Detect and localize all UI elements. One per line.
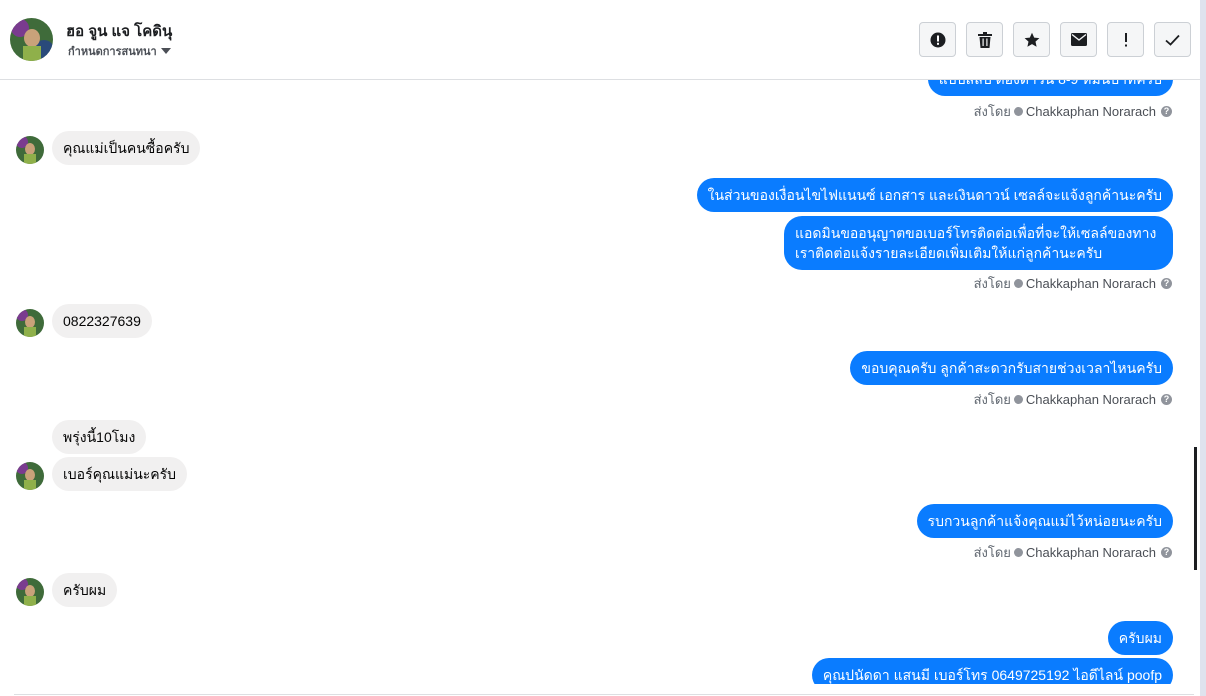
- help-icon[interactable]: ?: [1161, 278, 1172, 289]
- outgoing-message: รบกวนลูกค้าแจ้งคุณแม่ไว้หน่อยนะครับ: [916, 504, 1173, 538]
- exclamation-icon: [1124, 32, 1127, 46]
- sent-by-label: ส่งโดย: [973, 104, 1011, 119]
- scrollbar-thumb[interactable]: [1194, 447, 1197, 570]
- sender-name[interactable]: Chakkaphan Norarach: [1026, 545, 1156, 560]
- sent-by-label: ส่งโดย: [973, 545, 1011, 560]
- caret-down-icon: [160, 48, 171, 54]
- help-icon[interactable]: ?: [1161, 106, 1172, 117]
- manage-conversation-label: กำหนดการสนทนา: [68, 46, 157, 58]
- report-button[interactable]: [919, 22, 956, 57]
- help-icon[interactable]: ?: [1161, 394, 1172, 405]
- alert-circle-icon: [930, 32, 945, 47]
- help-icon[interactable]: ?: [1161, 547, 1172, 558]
- contact-avatar[interactable]: [10, 18, 53, 61]
- contact-name[interactable]: ฮอ จูน แจ โคดินุ: [66, 19, 172, 43]
- contact-avatar-small[interactable]: [16, 462, 44, 490]
- contact-avatar-small[interactable]: [16, 309, 44, 337]
- outgoing-message: ครับผม: [1107, 621, 1173, 655]
- sent-by-label: ส่งโดย: [973, 276, 1011, 291]
- sent-by-line: ส่งโดย Chakkaphan Norarach ?: [974, 101, 1172, 122]
- incoming-message: คุณแม่เป็นคนซื้อครับ: [52, 131, 201, 165]
- outgoing-message: ในส่วนของเงื่อนไขไฟแนนซ์ เอกสาร และเงินด…: [696, 178, 1173, 212]
- incoming-message: พรุ่งนี้10โมง: [52, 420, 147, 454]
- outgoing-message: แอดมินขออนุญาตขอเบอร์โทรติดต่อเพื่อที่จะ…: [784, 216, 1173, 270]
- mark-unread-button[interactable]: [1060, 22, 1097, 57]
- header-actions: [919, 22, 1191, 57]
- sent-by-line: ส่งโดย Chakkaphan Norarach ?: [974, 389, 1172, 410]
- star-button[interactable]: [1013, 22, 1050, 57]
- sent-by-line: ส่งโดย Chakkaphan Norarach ?: [974, 542, 1172, 563]
- delete-button[interactable]: [966, 22, 1003, 57]
- verified-icon: [1013, 395, 1023, 404]
- trash-icon: [977, 31, 992, 48]
- verified-icon: [1013, 279, 1023, 288]
- message-thread[interactable]: แบบสลิป ต้องดำวัน 8-9 หมื่นบาทครับ ส่งโด…: [0, 80, 1194, 684]
- envelope-icon: [1070, 33, 1087, 46]
- checkmark-icon: [1165, 34, 1180, 46]
- scrollbar-track[interactable]: [1200, 0, 1206, 696]
- contact-avatar-small[interactable]: [16, 136, 44, 164]
- mark-done-button[interactable]: [1154, 22, 1191, 57]
- incoming-message: เบอร์คุณแม่นะครับ: [52, 457, 188, 491]
- contact-avatar-small[interactable]: [16, 578, 44, 606]
- incoming-message: ครับผม: [52, 573, 118, 607]
- mark-important-button[interactable]: [1107, 22, 1144, 57]
- conversation-header: ฮอ จูน แจ โคดินุ กำหนดการสนทนา: [0, 0, 1200, 80]
- sent-by-label: ส่งโดย: [973, 392, 1011, 407]
- composer-divider: [14, 694, 1194, 695]
- incoming-message: 0822327639: [52, 304, 152, 338]
- messenger-conversation: ฮอ จูน แจ โคดินุ กำหนดการสนทนา ส่งโดย Ch…: [0, 0, 1206, 696]
- outgoing-message: คุณปนัดดา แสนมี เบอร์โทร 0649725192 ไอดี…: [811, 658, 1173, 684]
- sent-by-line: ส่งโดย Chakkaphan Norarach ?: [974, 273, 1172, 294]
- sender-name[interactable]: Chakkaphan Norarach: [1026, 392, 1156, 407]
- star-icon: [1024, 32, 1039, 47]
- verified-icon: [1013, 107, 1023, 116]
- sender-name[interactable]: Chakkaphan Norarach: [1026, 276, 1156, 291]
- manage-conversation-dropdown[interactable]: กำหนดการสนทนา: [68, 42, 171, 60]
- outgoing-message: ขอบคุณครับ ลูกค้าสะดวกรับสายช่วงเวลาไหนค…: [850, 351, 1173, 385]
- sender-name[interactable]: Chakkaphan Norarach: [1026, 104, 1156, 119]
- verified-icon: [1013, 548, 1023, 557]
- outgoing-message: แบบสลิป ต้องดำวัน 8-9 หมื่นบาทครับ: [927, 80, 1173, 96]
